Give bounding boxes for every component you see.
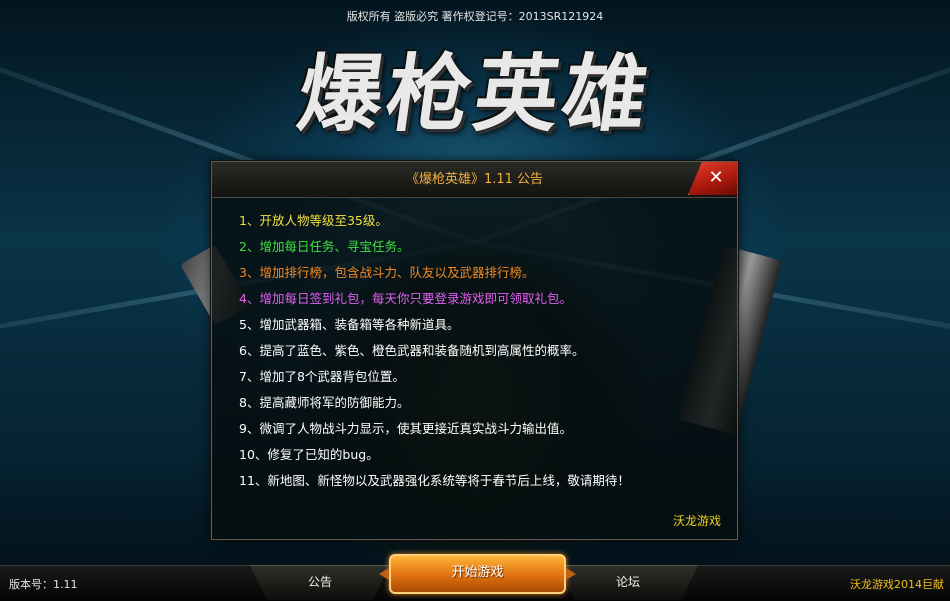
announcement-item: 7、增加了8个武器背包位置。 bbox=[239, 369, 405, 384]
tab-forum[interactable]: 论坛 bbox=[558, 565, 698, 600]
copyright-text: 版权所有 盗版必究 著作权登记号：2013SR121924 bbox=[346, 10, 604, 23]
announcement-item: 6、提高了蓝色、紫色、橙色武器和装备随机到高属性的概率。 bbox=[239, 343, 585, 358]
start-game-button[interactable]: 开始游戏 bbox=[379, 554, 576, 594]
game-logo: 爆枪英雄 bbox=[292, 45, 658, 143]
tab-notice[interactable]: 公告 bbox=[250, 565, 390, 600]
announcement-item: 10、修复了已知的bug。 bbox=[239, 447, 379, 462]
close-icon[interactable]: ✕ bbox=[705, 167, 727, 189]
announcement-item: 9、微调了人物战斗力显示，使其更接近真实战斗力输出值。 bbox=[239, 421, 572, 436]
announcement-item: 8、提高藏师将军的防御能力。 bbox=[239, 395, 410, 410]
announcement-item: 3、增加排行榜，包含战斗力、队友以及武器排行榜。 bbox=[239, 265, 535, 280]
credit-text: 沃龙游戏2014巨献 bbox=[850, 578, 944, 591]
announcement-list: 1、开放人物等级至35级。 2、增加每日任务、寻宝任务。 3、增加排行榜，包含战… bbox=[239, 208, 719, 494]
version-label: 版本号：1.11 bbox=[9, 578, 78, 591]
announcement-dialog: 《爆枪英雄》1.11 公告 ✕ 1、开放人物等级至35级。 2、增加每日任务、寻… bbox=[211, 161, 738, 540]
announcement-item: 11、新地图、新怪物以及武器强化系统等将于春节后上线，敬请期待！ bbox=[239, 473, 630, 488]
dialog-title: 《爆枪英雄》1.11 公告 bbox=[405, 172, 544, 187]
announcement-item: 1、开放人物等级至35级。 bbox=[239, 213, 388, 228]
announcement-item: 4、增加每日签到礼包，每天你只要登录游戏即可领取礼包。 bbox=[239, 291, 572, 306]
announcement-item: 5、增加武器箱、装备箱等各种新道具。 bbox=[239, 317, 460, 332]
dialog-signature: 沃龙游戏 bbox=[672, 514, 721, 528]
announcement-item: 2、增加每日任务、寻宝任务。 bbox=[239, 239, 410, 254]
